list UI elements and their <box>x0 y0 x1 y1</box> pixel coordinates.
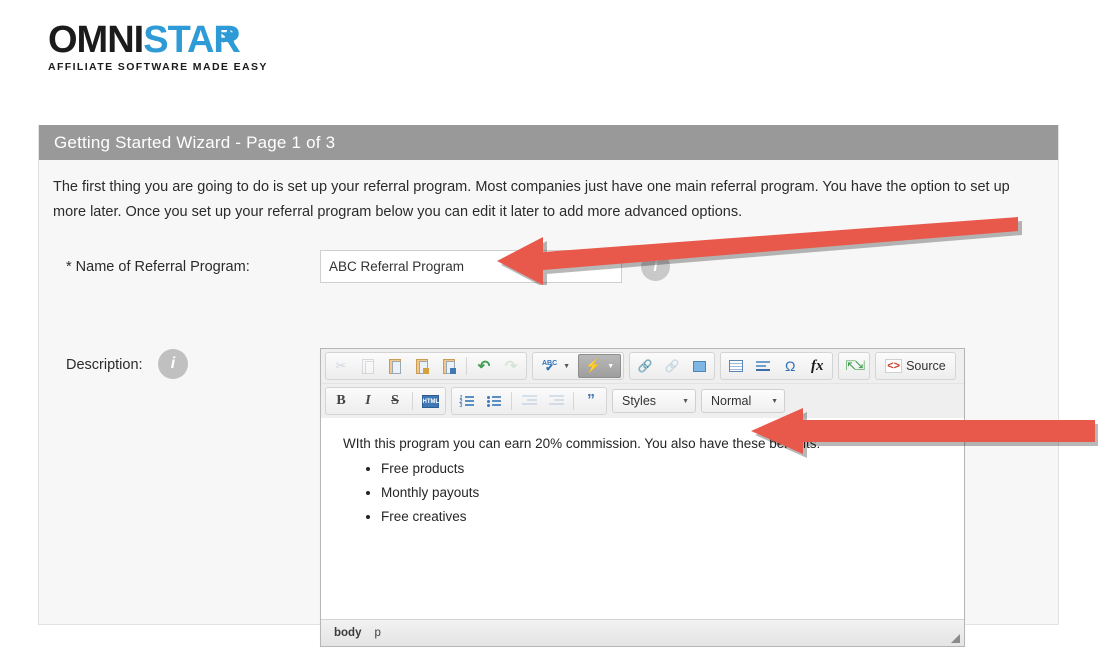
description-field-row: Description: i ✂ ↶ ↷ ABC ✔ ▼ ⚡ ▼ 🔗 🔗 Ω f… <box>53 307 1044 647</box>
chevron-down-icon: ▼ <box>563 362 571 370</box>
info-icon[interactable]: i <box>641 252 670 281</box>
editor-toolbar-row-1: ✂ ↶ ↷ ABC ✔ ▼ ⚡ ▼ 🔗 🔗 Ω fx ⇱⇲ <> Source <box>321 349 964 384</box>
remove-format-icon[interactable]: ⚡ ▼ <box>578 354 622 378</box>
source-code-icon: <> <box>885 359 903 373</box>
name-field-label: * Name of Referral Program: <box>66 259 250 275</box>
editor-content-area[interactable]: WIth this program you can earn 20% commi… <box>321 418 964 618</box>
editor-toolbar-row-2: B I S HTML 123 ” Styles ▼ Normal ▼ <box>321 384 964 418</box>
logo-tagline: AFFILIATE SOFTWARE MADE EASY <box>48 61 268 73</box>
paste-from-word-icon[interactable] <box>436 354 462 378</box>
name-field-row: * Name of Referral Program: i <box>53 247 1044 307</box>
list-item: Free products <box>381 459 942 478</box>
math-formula-icon[interactable]: fx <box>804 354 830 378</box>
list-item: Monthly payouts <box>381 483 942 502</box>
maximize-icon[interactable]: ⇱⇲ <box>841 354 867 378</box>
italic-icon[interactable]: I <box>355 389 381 413</box>
element-path-body[interactable]: body <box>334 627 361 639</box>
star-glyph-icon: ★ <box>219 24 238 47</box>
chevron-down-icon: ▼ <box>682 397 689 405</box>
description-field-label: Description: <box>66 357 143 373</box>
decrease-indent-icon[interactable] <box>516 389 542 413</box>
bulleted-list-icon[interactable] <box>481 389 507 413</box>
paragraph-format-label: Normal <box>711 394 752 408</box>
referral-program-name-input[interactable] <box>320 250 622 283</box>
maximize-toolgroup: ⇱⇲ <box>838 352 871 380</box>
styles-dropdown[interactable]: Styles ▼ <box>612 389 696 413</box>
editor-bullet-list: Free products Monthly payouts Free creat… <box>343 459 942 526</box>
toolbar-separator <box>412 392 413 410</box>
special-character-icon[interactable]: Ω <box>777 354 803 378</box>
horizontal-rule-icon[interactable] <box>750 354 776 378</box>
list-toolgroup: 123 ” <box>451 387 607 415</box>
source-toolgroup: <> Source <box>875 352 956 380</box>
insert-toolgroup: Ω fx <box>720 352 834 380</box>
list-item: Free creatives <box>381 507 942 526</box>
info-icon[interactable]: i <box>158 349 188 379</box>
toolbar-separator <box>573 392 574 410</box>
cut-icon[interactable]: ✂ <box>328 354 354 378</box>
paste-icon[interactable] <box>382 354 408 378</box>
wizard-panel: Getting Started Wizard - Page 1 of 3 The… <box>38 125 1059 647</box>
brand-logo: OMNISTAR ★ AFFILIATE SOFTWARE MADE EASY <box>48 20 268 73</box>
chevron-down-icon: ▼ <box>771 397 778 405</box>
editor-paragraph: WIth this program you can earn 20% commi… <box>343 436 821 451</box>
paste-as-text-icon[interactable] <box>409 354 435 378</box>
panel-body: The first thing you are going to do is s… <box>39 160 1058 647</box>
increase-indent-icon[interactable] <box>543 389 569 413</box>
element-path-p[interactable]: p <box>374 627 380 639</box>
copy-icon[interactable] <box>355 354 381 378</box>
page-title: Getting Started Wizard - Page 1 of 3 <box>54 133 336 152</box>
logo-star-text: STAR ★ <box>143 19 241 61</box>
source-button-label: Source <box>906 359 946 373</box>
paragraph-format-dropdown[interactable]: Normal ▼ <box>701 389 785 413</box>
remove-html-format-icon[interactable]: HTML <box>417 389 443 413</box>
chevron-down-icon: ▼ <box>607 362 615 370</box>
rich-text-editor: ✂ ↶ ↷ ABC ✔ ▼ ⚡ ▼ 🔗 🔗 Ω fx ⇱⇲ <> Source … <box>320 348 965 647</box>
link-icon[interactable]: 🔗 <box>632 354 658 378</box>
undo-icon[interactable]: ↶ <box>471 354 497 378</box>
editor-status-bar: body p <box>321 619 964 646</box>
toolbar-separator <box>466 357 467 375</box>
resize-grip-icon[interactable] <box>951 634 960 643</box>
toolbar-separator <box>511 392 512 410</box>
redo-icon[interactable]: ↷ <box>498 354 524 378</box>
bold-icon[interactable]: B <box>328 389 354 413</box>
anchor-icon[interactable] <box>686 354 712 378</box>
clipboard-toolgroup: ✂ ↶ ↷ <box>325 352 527 380</box>
source-button[interactable]: <> Source <box>878 354 952 378</box>
text-style-toolgroup: B I S HTML <box>325 387 446 415</box>
unlink-icon[interactable]: 🔗 <box>659 354 685 378</box>
spellcheck-toolgroup: ABC ✔ ▼ ⚡ ▼ <box>532 352 625 380</box>
table-icon[interactable] <box>723 354 749 378</box>
blockquote-icon[interactable]: ” <box>578 389 604 413</box>
intro-paragraph: The first thing you are going to do is s… <box>53 179 1010 220</box>
strikethrough-icon[interactable]: S <box>382 389 408 413</box>
logo-wordmark: OMNISTAR ★ <box>48 20 268 60</box>
link-toolgroup: 🔗 🔗 <box>629 352 716 380</box>
spell-check-icon[interactable]: ABC ✔ ▼ <box>535 354 577 378</box>
numbered-list-icon[interactable]: 123 <box>454 389 480 413</box>
logo-omni-text: OMNI <box>48 19 144 61</box>
panel-header: Getting Started Wizard - Page 1 of 3 <box>39 125 1058 160</box>
styles-dropdown-label: Styles <box>622 394 657 408</box>
